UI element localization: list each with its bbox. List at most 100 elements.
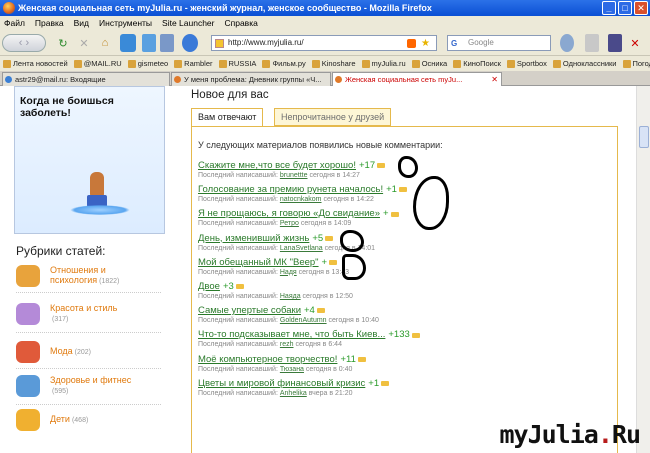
entry-time: сегодня в 14:27 xyxy=(309,172,360,179)
close-tab-icon[interactable]: ✕ xyxy=(491,73,498,86)
clock-icon[interactable] xyxy=(560,34,574,52)
comment-bubble-icon xyxy=(235,284,244,290)
entry-author-link[interactable]: brunettte xyxy=(280,172,308,179)
comment-entry: Моё компьютерное творчество! +11 Последний… xyxy=(198,354,608,373)
bookmark-icon xyxy=(73,59,82,68)
tab-diary[interactable]: У меня проблема: Дневник группы «Ч... xyxy=(171,72,331,86)
rubric-label[interactable]: Отношения и психология xyxy=(50,265,106,285)
entry-title-link[interactable]: Моё компьютерное творчество! xyxy=(198,354,337,365)
save-icon[interactable] xyxy=(160,34,174,52)
search-input[interactable]: G Google xyxy=(447,35,551,51)
entry-title-link[interactable]: Двое xyxy=(198,281,220,292)
bookmark-icon xyxy=(3,59,11,68)
reload-icon[interactable]: ↻ xyxy=(56,34,70,52)
rubric-item[interactable]: Здоровье и фитнес (595) xyxy=(16,374,166,398)
rubric-label[interactable]: Здоровье и фитнес xyxy=(50,375,131,385)
bookmark-item[interactable]: Sportbox xyxy=(506,56,547,71)
bookmark-icon xyxy=(506,59,515,68)
bookmark-star-icon[interactable]: ★ xyxy=(421,37,430,51)
bookmark-item[interactable]: КиноПоиск xyxy=(453,56,501,71)
close-toolbar-icon[interactable]: ✕ xyxy=(628,34,642,52)
bookmark-item[interactable]: RUSSIA xyxy=(218,56,256,71)
rubric-count: (317) xyxy=(52,316,69,323)
entry-author-link[interactable]: GoldenAutumn xyxy=(280,317,327,324)
entry-title-link[interactable]: Что-то подсказывает мне, что быть Киев..… xyxy=(198,329,385,340)
panel-intro: У следующих материалов появились новые к… xyxy=(198,140,443,150)
entry-title-link[interactable]: Голосование за премию рунета началось! xyxy=(198,184,383,195)
menu-view[interactable]: Вид xyxy=(74,16,89,30)
bookmark-item[interactable]: Rambler xyxy=(174,56,213,71)
entry-author-link[interactable]: LanaSvetlana xyxy=(280,245,323,252)
rubric-label[interactable]: Дети xyxy=(50,414,70,424)
back-forward-button[interactable]: ‹ › xyxy=(2,34,46,52)
rubric-label[interactable]: Красота и стиль xyxy=(50,303,117,313)
entry-author-link[interactable]: Anhelika xyxy=(280,390,307,397)
bookmark-item[interactable]: Погода xyxy=(622,56,650,71)
comment-entry: Что-то подсказывает мне, что быть Киев..… xyxy=(198,329,608,348)
addon-icon[interactable] xyxy=(585,34,599,52)
tab-mail[interactable]: astr29@mail.ru: Входящие xyxy=(2,72,170,86)
screen-icon[interactable] xyxy=(142,34,156,52)
bookmark-item[interactable]: Kinoshare xyxy=(311,56,356,71)
scrollbar-thumb[interactable] xyxy=(639,126,649,148)
entry-comment-count: +1 xyxy=(368,377,380,389)
menu-tools[interactable]: Инструменты xyxy=(99,16,152,30)
bookmark-item[interactable]: Одноклассники xyxy=(552,56,617,71)
entry-title-link[interactable]: Я не прощаюсь, я говорю «До свидание» xyxy=(198,208,380,219)
menu-edit[interactable]: Правка xyxy=(35,16,64,30)
stop-icon[interactable]: ✕ xyxy=(77,34,91,52)
tab-friends-unread[interactable]: Непрочитанное у друзей xyxy=(274,108,392,126)
bookmark-item[interactable]: gismeteo xyxy=(127,56,168,71)
entry-author-link[interactable]: Ретро xyxy=(280,220,299,227)
left-sidebar: Когда не боишься заболеть! Рубрики стате… xyxy=(0,86,180,453)
comment-bubble-icon xyxy=(357,356,366,362)
fitness-icon xyxy=(16,375,40,397)
vertical-scrollbar[interactable] xyxy=(636,86,650,453)
bookmark-item[interactable]: myJulia.ru xyxy=(361,56,406,71)
menu-grid-icon[interactable] xyxy=(608,34,622,52)
bookmark-item[interactable]: Осника xyxy=(411,56,447,71)
entry-title-link[interactable]: День, изменивший жизнь xyxy=(198,233,309,244)
entry-meta: Последний написавший: Anhelika вчера в 2… xyxy=(198,390,608,397)
navigation-toolbar: ‹ › ↻ ✕ ⌂ http://www.myjulia.ru/ ★ G Goo… xyxy=(0,30,650,56)
bookmark-item[interactable]: Лента новостей xyxy=(3,56,68,71)
ad-banner[interactable]: Когда не боишься заболеть! xyxy=(14,86,165,234)
bookmark-icon xyxy=(127,59,136,68)
tab-replies[interactable]: Вам отвечают xyxy=(191,108,264,126)
tab-myjulia[interactable]: Женская социальная сеть myJu... ✕ xyxy=(332,72,502,86)
menu-help[interactable]: Справка xyxy=(224,16,257,30)
entry-author-link[interactable]: Наяда xyxy=(280,293,301,300)
comment-bubble-icon xyxy=(316,308,325,314)
entry-title-link[interactable]: Самые упертые собаки xyxy=(198,305,301,316)
menu-file[interactable]: Файл xyxy=(4,16,25,30)
rubric-label[interactable]: Мода xyxy=(50,346,73,356)
entry-author-link[interactable]: natocnkakom xyxy=(280,196,322,203)
entry-author-link[interactable]: rezh xyxy=(280,341,294,348)
entry-title-link[interactable]: Мой обещанный МК "Веер" xyxy=(198,257,319,268)
site-launcher-icon[interactable] xyxy=(182,34,198,52)
rubrics-heading: Рубрики статей: xyxy=(16,244,106,258)
rubric-item[interactable]: Отношения и психология (1822) xyxy=(16,264,166,288)
rss-icon[interactable] xyxy=(407,39,416,48)
home-icon[interactable]: ⌂ xyxy=(98,34,112,52)
children-icon xyxy=(16,409,40,431)
entry-time: сегодня в 14:09 xyxy=(300,220,352,228)
scribble-mark xyxy=(340,230,364,252)
bookmark-item[interactable]: @MAIL.RU xyxy=(73,56,122,71)
entry-title-link[interactable]: Цветы и мировой финансовый кризис xyxy=(198,378,365,389)
rubric-item[interactable]: Красота и стиль (317) xyxy=(16,302,166,326)
rubric-item[interactable]: Дети (468) xyxy=(16,408,166,432)
comment-bubble-icon xyxy=(329,259,338,265)
mail-icon[interactable] xyxy=(120,34,136,52)
address-bar[interactable]: http://www.myjulia.ru/ ★ xyxy=(211,35,437,51)
entry-title-link[interactable]: Скажите мне,что все будет хорошо! xyxy=(198,160,356,171)
maximize-button[interactable]: □ xyxy=(618,1,632,15)
entry-author-link[interactable]: Надя xyxy=(280,269,297,276)
tab-bar: astr29@mail.ru: Входящие У меня проблема… xyxy=(0,71,650,86)
bookmark-item[interactable]: Фильм.ру xyxy=(262,56,306,71)
entry-author-link[interactable]: Тюзана xyxy=(280,366,304,373)
menu-site-launcher[interactable]: Site Launcher xyxy=(162,16,214,30)
close-window-button[interactable]: ✕ xyxy=(634,1,648,15)
minimize-button[interactable]: _ xyxy=(602,1,616,15)
rubric-item[interactable]: Мода (202) xyxy=(16,340,166,364)
